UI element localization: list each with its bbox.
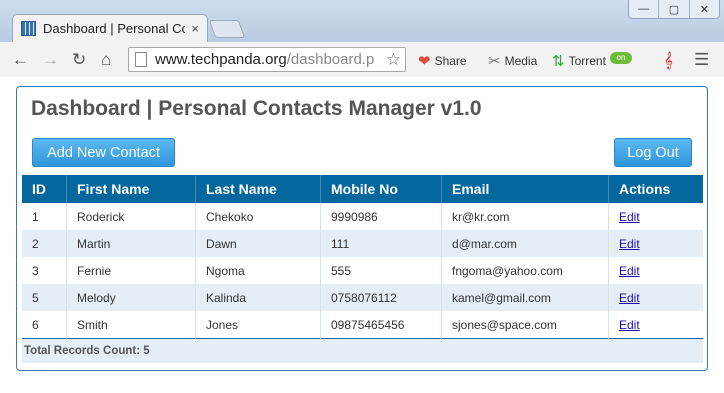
cell-id: 2	[22, 230, 67, 257]
edit-link[interactable]: Edit	[619, 237, 640, 251]
cell-last-name: Kalinda	[195, 284, 321, 311]
column-header: First Name	[66, 175, 196, 203]
cell-actions: Edit	[608, 230, 703, 257]
media-extension[interactable]: ✂ Media	[488, 52, 537, 70]
tab-title: Dashboard | Personal Con	[43, 21, 186, 36]
edit-link[interactable]: Edit	[619, 264, 640, 278]
cell-mobile: 0758076112	[320, 284, 442, 311]
cell-email: kr@kr.com	[441, 203, 609, 230]
url-text[interactable]: www.techpanda.org/dashboard.p	[155, 51, 386, 68]
cell-actions: Edit	[608, 257, 703, 284]
total-records-count: Total Records Count: 5	[22, 338, 703, 363]
address-bar[interactable]: www.techpanda.org/dashboard.p ☆	[128, 47, 406, 72]
cell-first-name: Martin	[66, 230, 196, 257]
cell-email: sjones@space.com	[441, 311, 609, 339]
cell-last-name: Jones	[195, 311, 321, 339]
column-header: Last Name	[195, 175, 321, 203]
share-extension[interactable]: ❤ Share	[418, 52, 467, 70]
maximize-button[interactable]: ▢	[658, 0, 688, 18]
cell-last-name: Dawn	[195, 230, 321, 257]
column-header: Email	[441, 175, 609, 203]
cell-last-name: Ngoma	[195, 257, 321, 284]
cell-mobile: 555	[320, 257, 442, 284]
cell-id: 5	[22, 284, 67, 311]
torrent-extension[interactable]: ⇅ Torrent	[552, 52, 606, 70]
cell-first-name: Smith	[66, 311, 196, 339]
cell-first-name: Fernie	[66, 257, 196, 284]
cell-mobile: 09875465456	[320, 311, 442, 339]
page-title: Dashboard | Personal Contacts Manager v1…	[31, 97, 482, 120]
media-icon: ✂	[488, 53, 501, 70]
page-viewport: Dashboard | Personal Contacts Manager v1…	[0, 77, 724, 393]
menu-icon[interactable]: ☰	[694, 50, 709, 70]
minimize-button[interactable]: —	[629, 0, 658, 18]
cell-email: kamel@gmail.com	[441, 284, 609, 311]
edit-link[interactable]: Edit	[619, 210, 640, 224]
column-header: Mobile No	[320, 175, 442, 203]
cell-email: d@mar.com	[441, 230, 609, 257]
contacts-table: ID First Name Last Name Mobile No Email …	[22, 175, 703, 363]
add-new-contact-button[interactable]: Add New Contact	[32, 138, 175, 167]
cell-first-name: Melody	[66, 284, 196, 311]
edit-link[interactable]: Edit	[619, 318, 640, 332]
cell-actions: Edit	[608, 203, 703, 230]
browser-tab[interactable]: Dashboard | Personal Con ×	[12, 14, 208, 42]
cell-actions: Edit	[608, 284, 703, 311]
cell-id: 3	[22, 257, 67, 284]
table-row: 1 Roderick Chekoko 9990986 kr@kr.com Edi…	[22, 203, 703, 230]
log-out-button[interactable]: Log Out	[614, 138, 692, 167]
share-label: Share	[434, 54, 467, 68]
cell-id: 6	[22, 311, 67, 339]
media-label: Media	[504, 54, 538, 68]
column-header: ID	[22, 175, 67, 203]
cell-mobile: 9990986	[320, 203, 442, 230]
table-footer-row: Total Records Count: 5	[22, 338, 703, 363]
home-icon[interactable]: ⌂	[101, 50, 111, 70]
table-row: 5 Melody Kalinda 0758076112 kamel@gmail.…	[22, 284, 703, 311]
new-tab-button[interactable]	[208, 20, 246, 38]
page-icon	[135, 52, 147, 67]
grid-favicon-icon	[21, 21, 36, 36]
table-row: 6 Smith Jones 09875465456 sjones@space.c…	[22, 311, 703, 339]
table-header-row: ID First Name Last Name Mobile No Email …	[22, 175, 703, 203]
cell-actions: Edit	[608, 311, 703, 339]
torrent-label: Torrent	[568, 54, 606, 68]
window-controls: — ▢ ✕	[628, 0, 720, 19]
cell-last-name: Chekoko	[195, 203, 321, 230]
cell-mobile: 111	[320, 230, 442, 257]
cell-email: fngoma@yahoo.com	[441, 257, 609, 284]
torrent-toggle[interactable]: on	[610, 52, 632, 64]
reload-icon[interactable]: ↻	[72, 50, 86, 70]
browser-titlebar: — ▢ ✕ Dashboard | Personal Con ×	[0, 0, 724, 42]
forward-arrow-icon[interactable]: →	[42, 50, 59, 70]
close-window-button[interactable]: ✕	[688, 0, 719, 18]
table-row: 2 Martin Dawn 111 d@mar.com Edit	[22, 230, 703, 257]
back-arrow-icon[interactable]: ←	[12, 50, 29, 70]
dashboard-panel: Dashboard | Personal Contacts Manager v1…	[16, 86, 708, 371]
bookmark-star-icon[interactable]: ☆	[386, 50, 401, 70]
updown-arrows-icon: ⇅	[552, 53, 565, 70]
treble-clef-icon: 𝄞	[664, 52, 673, 69]
edit-link[interactable]: Edit	[619, 291, 640, 305]
cell-first-name: Roderick	[66, 203, 196, 230]
heart-icon: ❤	[418, 53, 431, 70]
cell-id: 1	[22, 203, 67, 230]
column-header: Actions	[608, 175, 703, 203]
treble-clef-extension[interactable]: 𝄞	[664, 52, 677, 69]
tab-close-icon[interactable]: ×	[191, 21, 199, 36]
table-row: 3 Fernie Ngoma 555 fngoma@yahoo.com Edit	[22, 257, 703, 284]
